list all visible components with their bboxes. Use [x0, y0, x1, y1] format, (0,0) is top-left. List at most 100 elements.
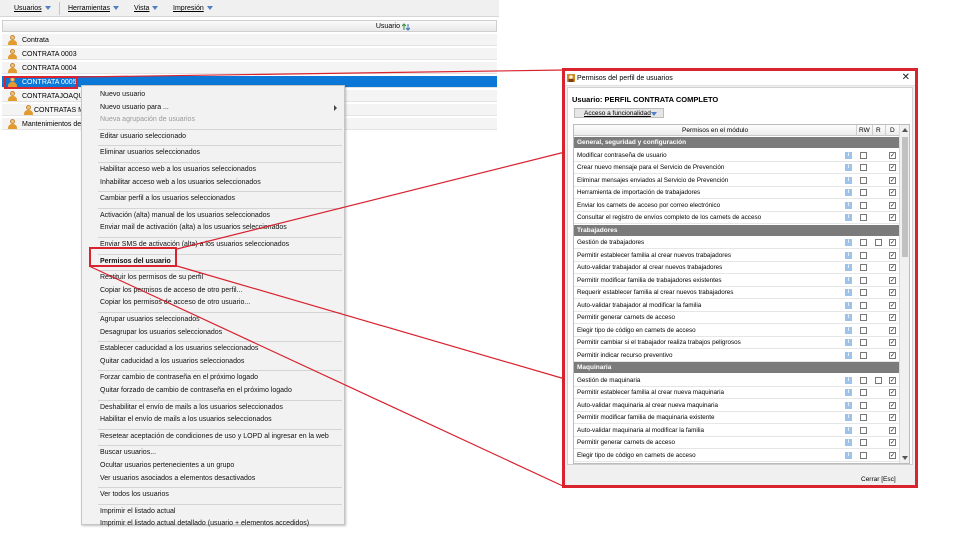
context-menu-item[interactable]: Nuevo usuario	[100, 90, 145, 99]
rw-checkbox[interactable]	[860, 164, 867, 171]
user-row[interactable]: Contrata	[2, 34, 497, 46]
rw-checkbox[interactable]	[860, 151, 867, 159]
close-icon[interactable]: ✕	[902, 72, 910, 84]
info-icon[interactable]: i	[845, 151, 852, 159]
d-checkbox[interactable]: ✓	[889, 389, 896, 396]
info-icon[interactable]: i	[845, 301, 852, 309]
rw-checkbox[interactable]	[860, 214, 867, 221]
rw-checkbox[interactable]	[860, 176, 867, 184]
rw-checkbox[interactable]	[860, 451, 867, 459]
info-icon[interactable]: i	[845, 314, 852, 321]
rw-checkbox[interactable]	[860, 289, 867, 296]
info-icon[interactable]: i	[845, 276, 852, 284]
context-menu-item[interactable]: Nuevo usuario para ...	[100, 103, 169, 112]
rw-checkbox[interactable]	[860, 351, 867, 359]
info-icon[interactable]: i	[845, 201, 852, 209]
context-menu-item[interactable]: Imprimir el listado actual detallado (us…	[100, 519, 309, 528]
rw-checkbox[interactable]	[860, 426, 867, 434]
context-menu-item[interactable]: Buscar usuarios...	[100, 448, 156, 457]
menu-herramientas[interactable]: Herramientas	[68, 4, 120, 14]
d-checkbox[interactable]: ✓	[889, 189, 896, 196]
context-menu-item[interactable]: Copiar los permisos de acceso de otro us…	[100, 298, 250, 307]
user-row[interactable]: CONTRATA 0003	[2, 48, 497, 60]
d-checkbox[interactable]: ✓	[889, 414, 896, 421]
context-menu-item[interactable]: Habilitar el envío de mails a los usuari…	[100, 415, 272, 424]
context-menu-item[interactable]: Quitar forzado de cambio de contraseña e…	[100, 386, 292, 395]
menu-impresion[interactable]: Impresión	[173, 4, 213, 14]
rw-checkbox[interactable]	[860, 314, 867, 321]
scroll-down-icon[interactable]	[902, 456, 908, 460]
info-icon[interactable]: i	[845, 389, 852, 396]
info-icon[interactable]: i	[845, 376, 852, 384]
column-rw[interactable]: RW	[859, 126, 870, 135]
rw-checkbox[interactable]	[860, 389, 867, 396]
context-menu-item[interactable]: Deshabilitar el envío de mails a los usu…	[100, 403, 283, 412]
info-icon[interactable]: i	[845, 351, 852, 359]
menu-usuarios[interactable]: Usuarios	[14, 4, 51, 14]
d-checkbox[interactable]: ✓	[889, 376, 896, 384]
d-checkbox[interactable]: ✓	[889, 176, 896, 184]
column-d[interactable]: D	[890, 126, 895, 135]
r-checkbox[interactable]	[875, 239, 882, 246]
info-icon[interactable]: i	[845, 239, 852, 246]
context-menu-item[interactable]: Agrupar usuarios seleccionados	[100, 315, 200, 324]
info-icon[interactable]: i	[845, 426, 852, 434]
rw-checkbox[interactable]	[860, 339, 867, 346]
context-menu-item[interactable]: Ver todos los usuarios	[100, 490, 169, 499]
rw-checkbox[interactable]	[860, 201, 867, 209]
context-menu-item[interactable]: Editar usuario seleccionado	[100, 132, 186, 141]
d-checkbox[interactable]: ✓	[889, 339, 896, 346]
info-icon[interactable]: i	[845, 401, 852, 409]
rw-checkbox[interactable]	[860, 189, 867, 196]
info-icon[interactable]: i	[845, 451, 852, 459]
context-menu-item[interactable]: Activación (alta) manual de los usuarios…	[100, 211, 270, 220]
context-menu-item[interactable]: Forzar cambio de contraseña en el próxim…	[100, 373, 258, 382]
vertical-scrollbar[interactable]	[899, 125, 909, 463]
info-icon[interactable]: i	[845, 164, 852, 171]
context-menu-item[interactable]: Inhabilitar acceso web a los usuarios se…	[100, 178, 261, 187]
d-checkbox[interactable]: ✓	[889, 426, 896, 434]
context-menu-item[interactable]: Copiar los permisos de acceso de otro pe…	[100, 286, 242, 295]
column-module[interactable]: Permisos en el módulo	[682, 126, 748, 135]
d-checkbox[interactable]: ✓	[889, 301, 896, 309]
info-icon[interactable]: i	[845, 176, 852, 184]
info-icon[interactable]: i	[845, 326, 852, 334]
d-checkbox[interactable]: ✓	[889, 451, 896, 459]
close-button[interactable]: Cerrar [Esc]	[861, 475, 896, 484]
rw-checkbox[interactable]	[860, 251, 867, 259]
context-menu-item[interactable]: Establecer caducidad a los usuarios sele…	[100, 344, 258, 353]
context-menu-item[interactable]: Cambiar perfil a los usuarios selecciona…	[100, 194, 235, 203]
info-icon[interactable]: i	[845, 289, 852, 296]
rw-checkbox[interactable]	[860, 301, 867, 309]
info-icon[interactable]: i	[845, 339, 852, 346]
context-menu-item[interactable]: Resetear aceptación de condiciones de us…	[100, 432, 329, 441]
rw-checkbox[interactable]	[860, 326, 867, 334]
d-checkbox[interactable]: ✓	[889, 164, 896, 171]
context-menu-item[interactable]: Imprimir el listado actual	[100, 507, 175, 516]
info-icon[interactable]: i	[845, 251, 852, 259]
context-menu-item[interactable]: Enviar mail de activación (alta) a los u…	[100, 223, 287, 232]
d-checkbox[interactable]: ✓	[889, 401, 896, 409]
context-menu-item[interactable]: Ver usuarios asociados a elementos desac…	[100, 474, 255, 483]
info-icon[interactable]: i	[845, 214, 852, 221]
menu-vista[interactable]: Vista	[134, 4, 159, 14]
d-checkbox[interactable]: ✓	[889, 314, 896, 321]
rw-checkbox[interactable]	[860, 414, 867, 421]
rw-checkbox[interactable]	[860, 264, 867, 271]
d-checkbox[interactable]: ✓	[889, 239, 896, 246]
info-icon[interactable]: i	[845, 189, 852, 196]
rw-checkbox[interactable]	[860, 239, 867, 246]
access-functionality-dropdown[interactable]: Acceso a funcionalidad	[574, 108, 664, 118]
d-checkbox[interactable]: ✓	[889, 289, 896, 296]
info-icon[interactable]: i	[845, 264, 852, 271]
sort-icon[interactable]	[402, 23, 410, 31]
d-checkbox[interactable]: ✓	[889, 251, 896, 259]
column-header-usuario[interactable]: Usuario	[2, 20, 497, 32]
d-checkbox[interactable]: ✓	[889, 439, 896, 446]
d-checkbox[interactable]: ✓	[889, 201, 896, 209]
context-menu-item[interactable]: Habilitar acceso web a los usuarios sele…	[100, 165, 256, 174]
context-menu-item[interactable]: Restituir los permisos de su perfil	[100, 273, 203, 282]
d-checkbox[interactable]: ✓	[889, 214, 896, 221]
rw-checkbox[interactable]	[860, 376, 867, 384]
context-menu-item[interactable]: Ocultar usuarios pertenecientes a un gru…	[100, 461, 234, 470]
